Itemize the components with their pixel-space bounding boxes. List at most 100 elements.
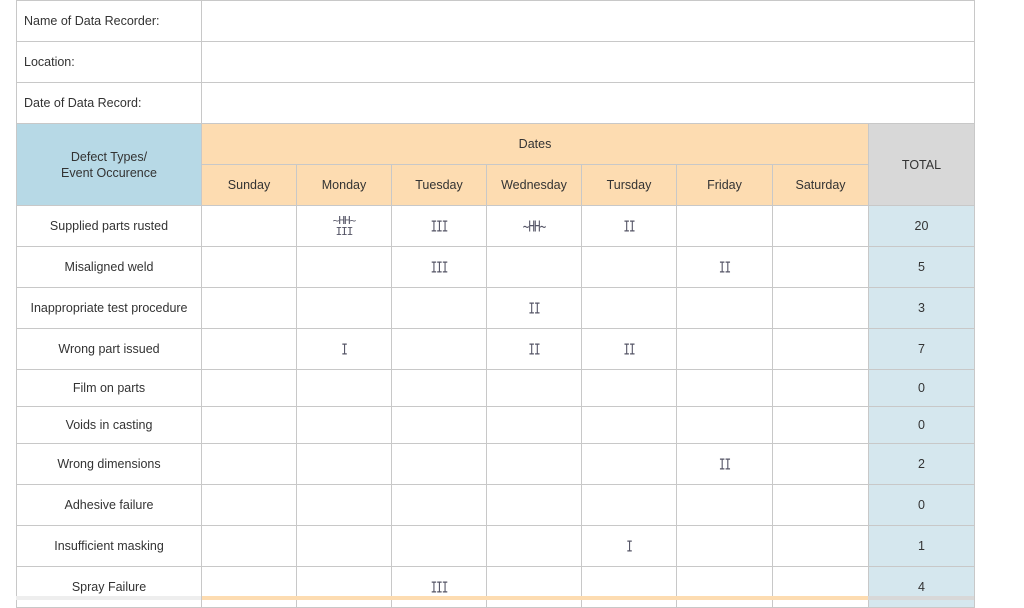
tally-cell[interactable]: [581, 443, 677, 485]
day-header-sunday: Sunday: [201, 164, 297, 206]
tally-cell[interactable]: [676, 406, 773, 444]
tally-marks: II: [528, 340, 540, 359]
tally-cell[interactable]: [581, 287, 677, 329]
tally-cell[interactable]: [391, 406, 487, 444]
tally-cell[interactable]: [486, 246, 582, 288]
tally-cell[interactable]: [676, 205, 773, 247]
tally-cell[interactable]: [201, 369, 297, 407]
tally-marks: II: [623, 217, 635, 236]
tally-cell[interactable]: III: [391, 566, 487, 608]
table-row: Wrong dimensions II 2: [16, 443, 975, 485]
tally-cell[interactable]: [772, 205, 869, 247]
tally-cell[interactable]: [391, 443, 487, 485]
tally-cell[interactable]: [676, 287, 773, 329]
row-total: 0: [868, 484, 975, 526]
tally-cell[interactable]: [581, 246, 677, 288]
tally-cell[interactable]: [201, 406, 297, 444]
tally-cell[interactable]: [772, 287, 869, 329]
tally-cell[interactable]: [296, 406, 392, 444]
tally-cell[interactable]: III: [391, 205, 487, 247]
tally-cell[interactable]: [486, 484, 582, 526]
tally-cell[interactable]: II: [676, 443, 773, 485]
tally-cell[interactable]: [201, 246, 297, 288]
tally-cell[interactable]: [772, 484, 869, 526]
row-total: 7: [868, 328, 975, 370]
tally-cell[interactable]: II: [581, 205, 677, 247]
tally-cell[interactable]: [296, 484, 392, 526]
defect-type-label: Inappropriate test procedure: [16, 287, 202, 329]
tally-cell[interactable]: [486, 369, 582, 407]
tally-marks: II: [718, 455, 731, 474]
tally-marks: I: [341, 340, 348, 359]
tally-cell[interactable]: II: [581, 328, 677, 370]
tally-cell[interactable]: [201, 205, 297, 247]
tally-cell[interactable]: II: [486, 328, 582, 370]
tally-cell[interactable]: III: [391, 246, 487, 288]
day-header-thursday: Tursday: [581, 164, 677, 206]
defect-type-label: Wrong dimensions: [16, 443, 202, 485]
tally-cell[interactable]: [772, 328, 869, 370]
tally-cell[interactable]: [296, 566, 392, 608]
location-label: Location:: [16, 41, 202, 83]
tally-cell[interactable]: [772, 406, 869, 444]
tally-cell[interactable]: [772, 443, 869, 485]
tally-cell[interactable]: [391, 328, 487, 370]
tally-cell[interactable]: [201, 287, 297, 329]
tally-cell[interactable]: [201, 484, 297, 526]
tally-cell[interactable]: ~HH~ III: [296, 205, 392, 247]
tally-cell[interactable]: [772, 566, 869, 608]
location-field[interactable]: [201, 41, 975, 83]
tally-cell[interactable]: [201, 566, 297, 608]
next-row-peek-left: [16, 596, 202, 600]
tally-cell[interactable]: [296, 287, 392, 329]
defect-type-label: Spray Failure: [16, 566, 202, 608]
tally-marks: III: [430, 258, 449, 277]
day-header-saturday: Saturday: [772, 164, 869, 206]
date-field[interactable]: [201, 82, 975, 124]
tally-cell[interactable]: [391, 484, 487, 526]
tally-cell[interactable]: [201, 443, 297, 485]
tally-cell[interactable]: [486, 406, 582, 444]
tally-cell[interactable]: [772, 246, 869, 288]
day-header-friday: Friday: [676, 164, 773, 206]
tally-cell[interactable]: [296, 525, 392, 567]
tally-cell[interactable]: [581, 566, 677, 608]
defect-rows: Supplied parts rusted ~HH~ III III ~HH~ II 20…: [16, 205, 975, 608]
tally-cell[interactable]: [391, 369, 487, 407]
recorder-field[interactable]: [201, 0, 975, 42]
defect-types-header: Defect Types/ Event Occurence: [16, 123, 202, 206]
tally-cell[interactable]: [676, 566, 773, 608]
tally-cell[interactable]: [676, 369, 773, 407]
tally-marks: ~HH~: [522, 217, 546, 236]
tally-cell[interactable]: [486, 566, 582, 608]
tally-cell[interactable]: [676, 484, 773, 526]
tally-cell[interactable]: [486, 525, 582, 567]
tally-cell[interactable]: [201, 525, 297, 567]
tally-cell[interactable]: [581, 484, 677, 526]
row-total: 0: [868, 406, 975, 444]
next-row-peek-dates: [202, 596, 868, 600]
tally-cell[interactable]: [391, 525, 487, 567]
table-row: Wrong part issued I II II 7: [16, 328, 975, 370]
table-row: Adhesive failure 0: [16, 484, 975, 526]
tally-cell[interactable]: [772, 525, 869, 567]
tally-cell[interactable]: [391, 287, 487, 329]
tally-cell[interactable]: [486, 443, 582, 485]
tally-cell[interactable]: I: [296, 328, 392, 370]
tally-cell[interactable]: II: [676, 246, 773, 288]
defect-type-label: Film on parts: [16, 369, 202, 407]
tally-cell[interactable]: [296, 246, 392, 288]
tally-cell[interactable]: I: [581, 525, 677, 567]
tally-cell[interactable]: [581, 406, 677, 444]
tally-cell[interactable]: [296, 369, 392, 407]
tally-cell[interactable]: [581, 369, 677, 407]
tally-cell[interactable]: [201, 328, 297, 370]
defect-type-label: Insufficient masking: [16, 525, 202, 567]
next-row-peek: [16, 596, 974, 600]
tally-cell[interactable]: [676, 328, 773, 370]
tally-cell[interactable]: [676, 525, 773, 567]
tally-cell[interactable]: ~HH~: [486, 205, 582, 247]
tally-cell[interactable]: [296, 443, 392, 485]
tally-cell[interactable]: [772, 369, 869, 407]
tally-cell[interactable]: II: [486, 287, 582, 329]
